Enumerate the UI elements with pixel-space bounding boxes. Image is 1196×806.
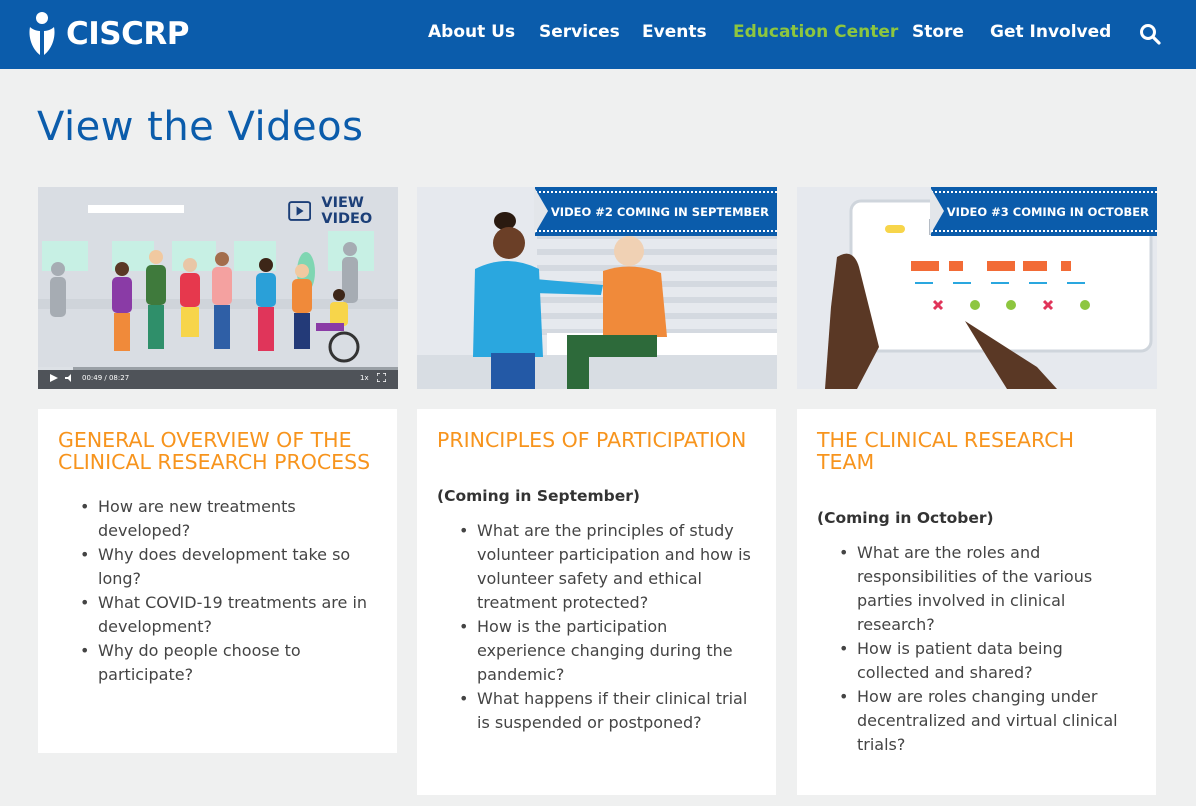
video-2-subtitle: (Coming in September) — [437, 487, 641, 505]
logo-text: CISCRP — [66, 16, 189, 52]
list-item: How is patient data being collected and … — [839, 637, 1136, 685]
video-3-subtitle: (Coming in October) — [817, 509, 994, 527]
list-item: What COVID-19 treatments are in developm… — [80, 591, 377, 639]
view-video-label: VIEW VIDEO — [321, 195, 373, 227]
video-2-coming-banner: VIDEO #2 COMING IN SEPTEMBER — [533, 187, 777, 236]
list-item: How are roles changing under decentraliz… — [839, 685, 1136, 757]
banner-notch — [533, 187, 548, 235]
speed-button[interactable]: 1x — [360, 374, 369, 382]
video-3-coming-banner: VIDEO #3 COMING IN OCTOBER — [929, 187, 1157, 236]
nav-services[interactable]: Services — [539, 22, 620, 42]
list-item: Why does development take so long? — [80, 543, 377, 591]
video-3-title: THE CLINICAL RESEARCH TEAM — [817, 428, 1074, 474]
list-item: How is the participation experience chan… — [459, 615, 756, 687]
video-3-questions: What are the roles and responsibilities … — [817, 541, 1136, 757]
nav-education-center[interactable]: Education Center — [733, 22, 898, 42]
list-item: What are the principles of study volunte… — [459, 519, 756, 615]
video-2-title: PRINCIPLES OF PARTICIPATION — [437, 428, 747, 452]
video-2-thumbnail: VIDEO #2 COMING IN SEPTEMBER — [417, 187, 777, 389]
search-icon — [1140, 24, 1161, 45]
video-time: 00:49 / 08:27 — [82, 374, 130, 382]
video-2-questions: What are the principles of study volunte… — [437, 519, 756, 735]
video-3-banner-label: VIDEO #3 COMING IN OCTOBER — [946, 204, 1149, 219]
video-progress-fill — [38, 367, 73, 370]
view-video-overlay[interactable]: VIEW VIDEO — [288, 195, 398, 227]
play-icon[interactable] — [50, 374, 58, 382]
banner-notch — [929, 187, 944, 235]
video-1-questions: How are new treatments developed? Why do… — [58, 495, 377, 687]
nav-get-involved[interactable]: Get Involved — [990, 22, 1111, 42]
ciscrp-logo[interactable]: CISCRP — [26, 8, 189, 60]
list-item: What are the roles and responsibilities … — [839, 541, 1136, 637]
site-header: CISCRP About Us Services Events Educatio… — [0, 0, 1196, 69]
logo-figure-icon — [29, 12, 55, 55]
video-3-thumbnail: VIDEO #3 COMING IN OCTOBER — [797, 187, 1157, 389]
nav-about-us[interactable]: About Us — [428, 22, 515, 42]
video-1-card: GENERAL OVERVIEW OF THE CLINICAL RESEARC… — [38, 409, 397, 753]
search-button[interactable] — [1138, 22, 1162, 46]
video-3-card: THE CLINICAL RESEARCH TEAM (Coming in Oc… — [797, 409, 1156, 795]
video-progress-track[interactable] — [38, 367, 398, 370]
nav-events[interactable]: Events — [642, 22, 707, 42]
volume-icon[interactable] — [65, 374, 74, 382]
video-2-banner-label: VIDEO #2 COMING IN SEPTEMBER — [550, 204, 769, 219]
video-1-player[interactable]: VIEW VIDEO 00:49 / 08:27 1x — [38, 187, 398, 389]
page-title: View the Videos — [37, 104, 364, 150]
video-controls: 00:49 / 08:27 1x — [38, 367, 398, 389]
fullscreen-icon[interactable] — [377, 373, 386, 382]
nav-store[interactable]: Store — [912, 22, 964, 42]
video-1-title: GENERAL OVERVIEW OF THE CLINICAL RESEARC… — [58, 428, 371, 474]
list-item: Why do people choose to participate? — [80, 639, 377, 687]
list-item: How are new treatments developed? — [80, 495, 377, 543]
list-item: What happens if their clinical trial is … — [459, 687, 756, 735]
play-box-icon — [288, 201, 312, 221]
video-2-card: PRINCIPLES OF PARTICIPATION (Coming in S… — [417, 409, 776, 795]
